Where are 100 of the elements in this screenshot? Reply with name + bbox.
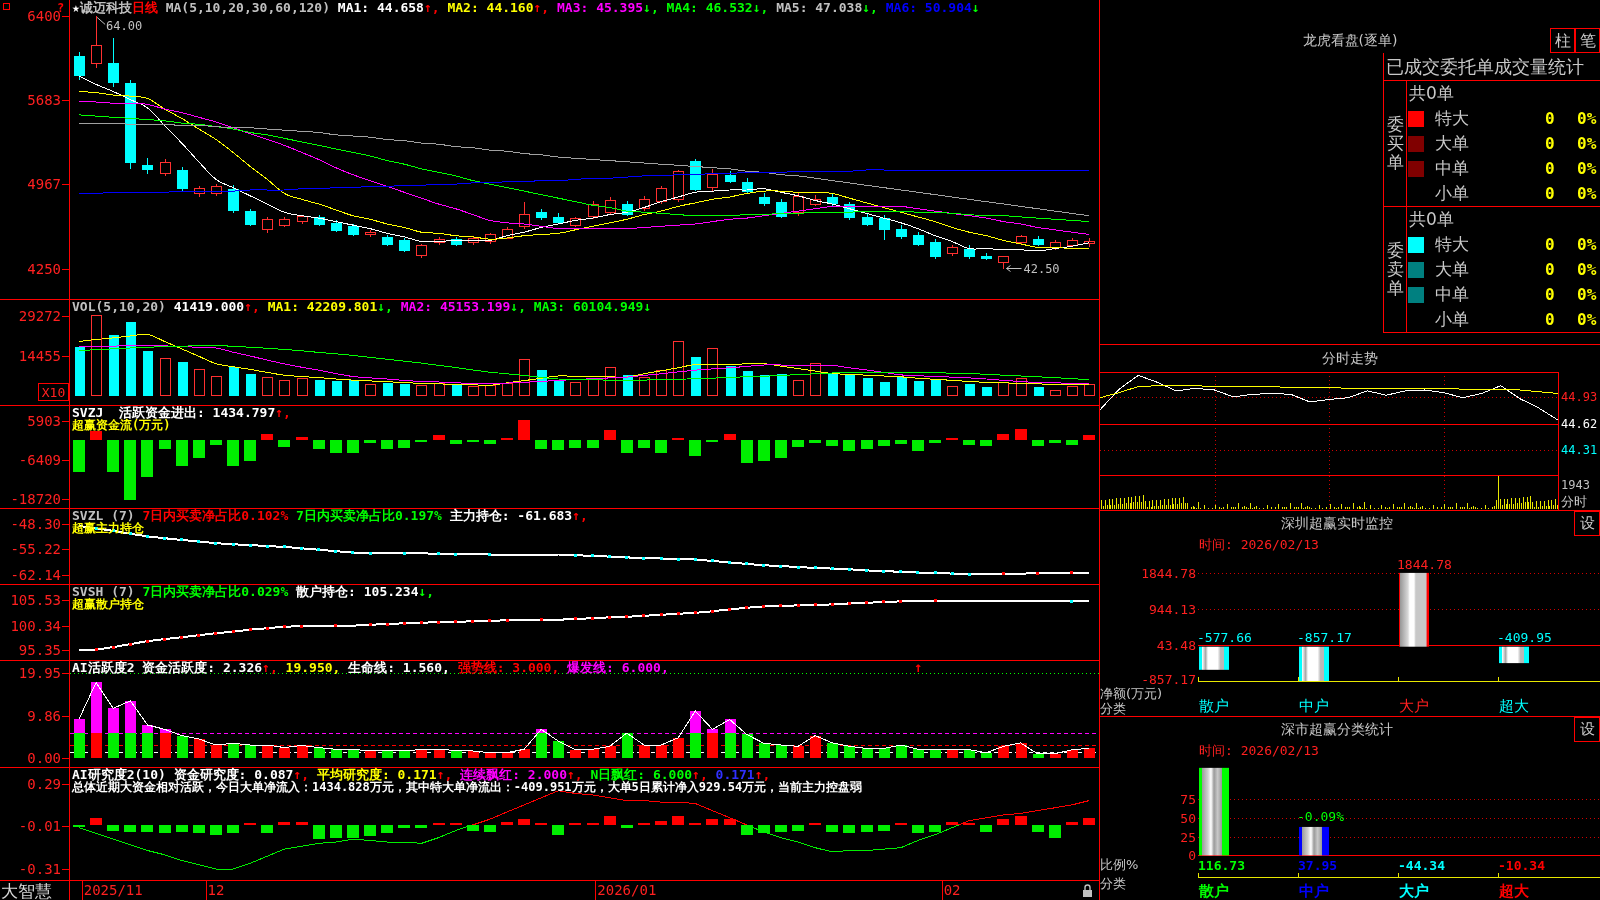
- order-count: 0: [1545, 235, 1556, 254]
- activity-bar: [485, 752, 496, 759]
- axis-tick-label: 944.13: [1149, 601, 1196, 617]
- axis-tick-label: 4250: [27, 260, 61, 277]
- order-percent: 0%: [1577, 184, 1598, 203]
- candlestick: [793, 192, 804, 217]
- activity-bar: [588, 749, 599, 759]
- candlestick: [930, 238, 941, 260]
- fund-flow-bar: [347, 439, 359, 454]
- fund-flow-bar: [826, 439, 838, 446]
- axis-tick-label: 1844.78: [1141, 565, 1196, 581]
- candlestick: [502, 226, 513, 240]
- activity-bar: [1033, 753, 1044, 759]
- view-toggle-button[interactable]: 柱: [1550, 28, 1575, 53]
- price-callout: 42.50: [1006, 261, 1060, 276]
- activity-bar: [365, 750, 376, 759]
- panel-title: 深市超赢分类统计: [1281, 720, 1393, 739]
- candlestick: [211, 183, 222, 197]
- candlestick: [416, 243, 427, 259]
- candlestick: [707, 168, 718, 193]
- order-total: 共0单: [1409, 82, 1454, 105]
- category-label: 散户: [1199, 697, 1229, 715]
- candlestick: [108, 37, 119, 88]
- candlestick: [759, 192, 770, 207]
- activity-bar: [1067, 749, 1078, 759]
- axis-tick-label: 44.62: [1561, 416, 1598, 431]
- order-percent: 0%: [1577, 109, 1598, 128]
- settings-button[interactable]: 设: [1574, 511, 1600, 536]
- group-label: 委买单: [1386, 115, 1404, 172]
- fund-flow-bar: [997, 434, 1009, 440]
- candlestick: [245, 208, 256, 227]
- category-label: 中户: [1299, 697, 1329, 715]
- indicator-note: 超赢资金流(万元): [72, 419, 171, 431]
- indicator-legend: AI活跃度2 资金活跃度: 2.326↑, 19.950, 生命线: 1.560, 强势线: 3.000, 爆发线: 6.000,: [72, 661, 669, 674]
- candlestick: [896, 224, 907, 240]
- order-percent: 0%: [1577, 260, 1598, 279]
- activity-bar: [451, 750, 462, 759]
- activity-bar: [519, 749, 530, 759]
- candlestick: [485, 232, 496, 245]
- fund-flow-bar: [518, 419, 530, 440]
- candlestick: [160, 158, 171, 177]
- activity-bar: [297, 745, 308, 759]
- fund-flow-bar: [843, 439, 855, 451]
- activity-bar: [673, 737, 684, 759]
- fund-flow-bar: [193, 439, 205, 458]
- fund-flow-bar: [244, 439, 256, 461]
- axis-title: 分类: [1100, 701, 1126, 716]
- candlestick: [810, 194, 821, 207]
- fund-flow-bar: [261, 433, 273, 440]
- activity-bar: [844, 746, 855, 759]
- fund-flow-bar: [210, 439, 222, 445]
- lock-icon[interactable]: [1083, 884, 1092, 897]
- net-flow-bar: [1199, 646, 1229, 670]
- order-percent: 0%: [1577, 134, 1598, 153]
- axis-tick-label: -48.30: [10, 516, 61, 533]
- order-percent: 0%: [1577, 235, 1598, 254]
- candlestick: [570, 216, 581, 228]
- activity-bar: [279, 747, 290, 759]
- candlestick: [981, 252, 992, 261]
- activity-bar: [1084, 748, 1095, 759]
- candlestick: [434, 236, 445, 246]
- group-label: 委卖单: [1386, 241, 1404, 298]
- axis-tick-label: 75: [1180, 792, 1196, 808]
- axis-tick-label: 95.35: [18, 642, 61, 659]
- date-axis-label: 02: [943, 882, 961, 898]
- candlestick: [1016, 234, 1027, 246]
- activity-bar: [125, 732, 136, 759]
- order-count: 0: [1545, 134, 1556, 153]
- date-axis-label: 2025/11: [83, 882, 143, 898]
- candlestick: [91, 15, 102, 69]
- candlestick: [365, 229, 376, 238]
- activity-bar: [896, 745, 907, 759]
- activity-bar: [947, 749, 958, 759]
- activity-bar: [382, 750, 393, 759]
- order-count: 0: [1545, 159, 1556, 178]
- fund-flow-bar: [90, 431, 102, 440]
- settings-button[interactable]: 设: [1574, 717, 1600, 742]
- candlestick: [382, 234, 393, 247]
- category-label: 大户: [1399, 882, 1429, 900]
- candlestick: [519, 201, 530, 230]
- date-axis-label: 12: [207, 882, 225, 898]
- indicator-legend: ★诚迈科技日线 MA(5,10,20,30,60,120) MA1: 44.658↑, MA2: 44.160↑, MA3: 45.395↓, MA4: 46.532↓, MA5: 47.038↓, MA6: 50.904↓: [72, 1, 980, 14]
- activity-bar: [793, 746, 804, 759]
- axis-tick-label: -55.22: [10, 541, 61, 558]
- table-title: 已成交委托单成交量统计: [1386, 54, 1584, 79]
- fund-flow-bar: [398, 439, 410, 448]
- activity-bar: [639, 745, 650, 759]
- candlestick: [656, 185, 667, 205]
- activity-bar: [434, 749, 445, 759]
- candlestick: [279, 216, 290, 228]
- signal-arrow: ↑: [913, 660, 923, 676]
- axis-tick-label: -6409: [18, 451, 61, 468]
- fund-flow-bar: [330, 439, 342, 454]
- activity-bar: [314, 747, 325, 759]
- order-count: 0: [1545, 260, 1556, 279]
- candlestick: [690, 158, 701, 192]
- order-size-label: 小单: [1435, 182, 1470, 205]
- order-size-label: 特大: [1435, 233, 1470, 256]
- view-toggle-button[interactable]: 笔: [1575, 28, 1600, 53]
- order-size-label: 大单: [1435, 258, 1470, 281]
